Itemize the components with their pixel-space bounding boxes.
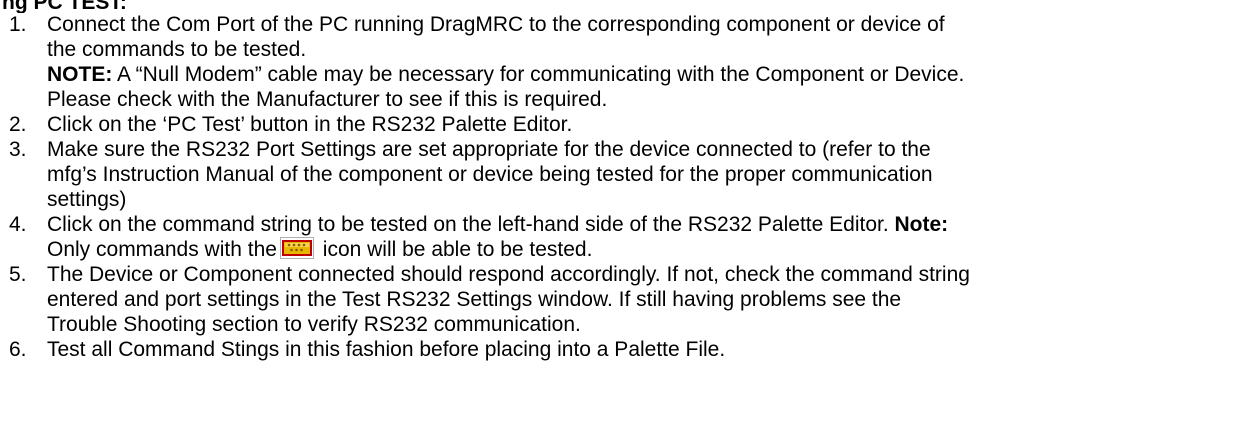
step-number: 6. bbox=[9, 338, 27, 361]
step-text: Click on the command string to be tested… bbox=[47, 213, 895, 236]
note-text: A “Null Modem” cable may be necessary fo… bbox=[112, 63, 965, 86]
note-label: NOTE: bbox=[47, 63, 113, 86]
step-text-line: Only commands with the icon will be able… bbox=[47, 237, 1241, 262]
step-text-line: mfg’s Instruction Manual of the componen… bbox=[47, 163, 933, 186]
step-number: 4. bbox=[9, 213, 27, 236]
step-number: 3. bbox=[9, 138, 27, 161]
step-4: 4. Click on the command string to be tes… bbox=[0, 212, 1241, 262]
step-text: icon will be able to be tested. bbox=[316, 238, 593, 261]
step-text-line: Test all Command Stings in this fashion … bbox=[47, 338, 726, 361]
step-text-line: Connect the Com Port of the PC running D… bbox=[47, 13, 945, 36]
note-label: Note: bbox=[894, 213, 949, 236]
serial-port-icon bbox=[279, 237, 314, 259]
step-text-line: Make sure the RS232 Port Settings are se… bbox=[47, 138, 931, 161]
step-3: 3. Make sure the RS232 Port Settings are… bbox=[0, 137, 1241, 212]
step-1: 1. Connect the Com Port of the PC runnin… bbox=[0, 12, 1241, 112]
note-line: NOTE: A “Null Modem” cable may be necess… bbox=[47, 62, 1241, 87]
step-text-line: entered and port settings in the Test RS… bbox=[47, 288, 902, 311]
step-text-line: Click on the command string to be tested… bbox=[47, 212, 1241, 237]
step-2: 2. Click on the ‘PC Test’ button in the … bbox=[0, 112, 1241, 137]
step-text-line: Trouble Shooting section to verify RS232… bbox=[47, 313, 581, 336]
step-number: 1. bbox=[9, 13, 27, 36]
step-5: 5. The Device or Component connected sho… bbox=[0, 262, 1241, 337]
step-number: 5. bbox=[9, 263, 27, 286]
step-text-line: the commands to be tested. bbox=[47, 38, 307, 61]
step-text-line: settings) bbox=[47, 188, 127, 211]
step-text: Only commands with the bbox=[47, 238, 277, 261]
step-6: 6. Test all Command Stings in this fashi… bbox=[0, 337, 1241, 362]
numbered-step-list: 1. Connect the Com Port of the PC runnin… bbox=[0, 12, 1241, 362]
step-number: 2. bbox=[9, 113, 27, 136]
step-text-line: Click on the ‘PC Test’ button in the RS2… bbox=[47, 113, 573, 136]
note-text-line: Please check with the Manufacturer to se… bbox=[47, 88, 608, 111]
step-text-line: The Device or Component connected should… bbox=[47, 263, 970, 286]
